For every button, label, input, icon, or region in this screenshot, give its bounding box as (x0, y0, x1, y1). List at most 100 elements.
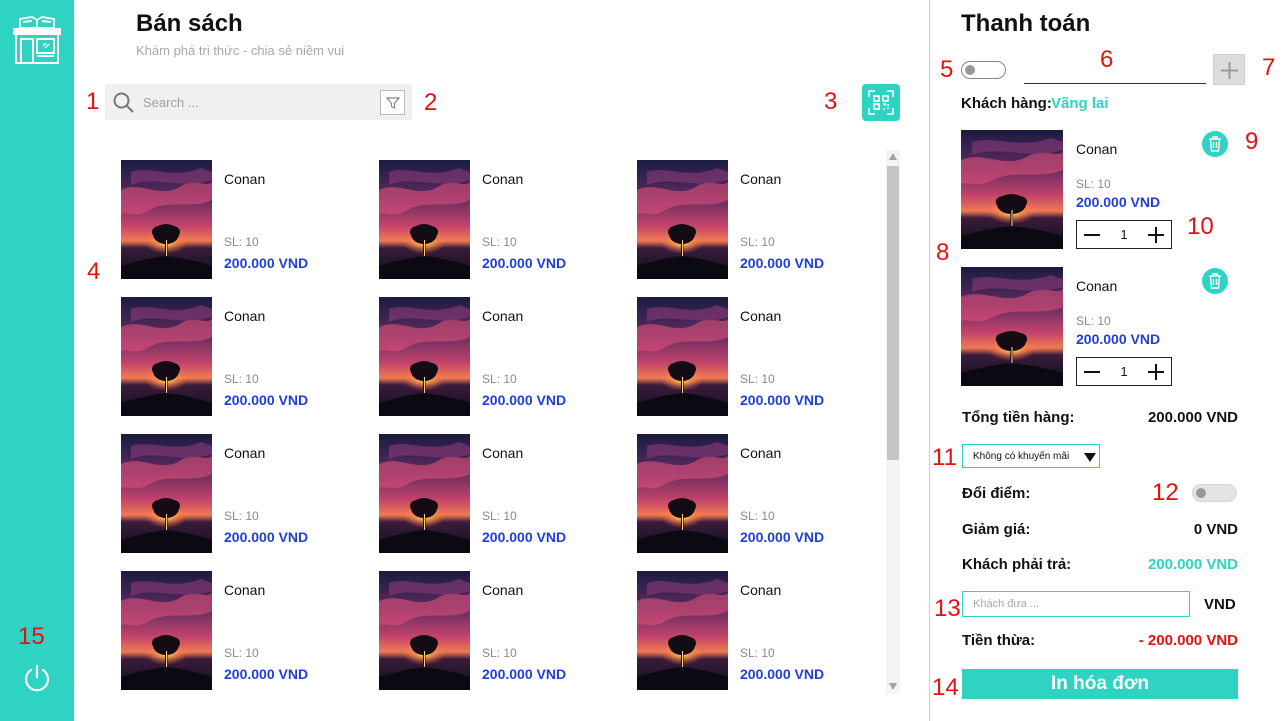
scroll-up-arrow-icon[interactable] (889, 153, 897, 160)
customer-label: Khách hàng: (961, 95, 1052, 112)
annotation-11: 11 (932, 444, 957, 471)
product-price: 200.000 VND (482, 529, 567, 545)
qr-scan-icon (868, 90, 894, 115)
product-stock: SL: 10 (482, 646, 517, 660)
annotation-9: 9 (1245, 128, 1259, 155)
points-label: Đổi điểm: (962, 485, 1031, 502)
product-stock: SL: 10 (482, 235, 517, 249)
change-value: - 200.000 VND (1138, 632, 1238, 649)
product-price: 200.000 VND (740, 392, 825, 408)
product-card[interactable]: Conan SL: 10 200.000 VND (637, 434, 877, 554)
product-price: 200.000 VND (224, 255, 309, 271)
product-card[interactable]: Conan SL: 10 200.000 VND (379, 434, 619, 554)
increase-button[interactable] (1141, 221, 1171, 248)
product-stock: SL: 10 (224, 372, 259, 386)
product-stock: SL: 10 (224, 509, 259, 523)
delete-item-button[interactable] (1202, 131, 1228, 157)
annotation-2: 2 (424, 89, 438, 116)
product-stock: SL: 10 (740, 235, 775, 249)
product-name: Conan (224, 308, 266, 324)
book-cover-image (961, 267, 1063, 386)
redeem-points-toggle[interactable] (1192, 484, 1237, 502)
delete-item-button[interactable] (1202, 268, 1228, 294)
sidebar (0, 0, 74, 721)
quantity-value[interactable]: 1 (1107, 358, 1141, 385)
book-cover-image (961, 130, 1063, 249)
book-cover-image (637, 297, 728, 416)
product-stock: SL: 10 (740, 509, 775, 523)
change-label: Tiền thừa: (962, 632, 1036, 649)
product-name: Conan (740, 308, 782, 324)
product-price: 200.000 VND (482, 255, 567, 271)
product-name: Conan (740, 171, 782, 187)
product-price: 200.000 VND (224, 392, 309, 408)
filter-icon (386, 97, 400, 109)
cart-item-price: 200.000 VND (1076, 331, 1161, 347)
add-customer-button[interactable] (1213, 54, 1245, 85)
scroll-down-arrow-icon[interactable] (889, 683, 897, 690)
power-icon[interactable] (22, 663, 52, 693)
product-price: 200.000 VND (740, 529, 825, 545)
product-card[interactable]: Conan SL: 10 200.000 VND (637, 160, 877, 280)
product-price: 200.000 VND (740, 666, 825, 682)
product-name: Conan (482, 582, 524, 598)
product-stock: SL: 10 (740, 372, 775, 386)
product-card[interactable]: Conan SL: 10 200.000 VND (637, 571, 877, 691)
cart-item-name: Conan (1076, 141, 1118, 157)
annotation-13: 13 (934, 595, 961, 622)
product-card[interactable]: Conan SL: 10 200.000 VND (121, 297, 361, 417)
product-card[interactable]: Conan SL: 10 200.000 VND (379, 160, 619, 280)
quantity-stepper: 1 (1076, 357, 1172, 386)
search-input[interactable] (143, 90, 373, 114)
trash-icon (1209, 273, 1221, 289)
product-card[interactable]: Conan SL: 10 200.000 VND (379, 571, 619, 691)
scroll-thumb[interactable] (887, 166, 899, 460)
qr-scan-button[interactable] (862, 84, 900, 121)
book-cover-image (121, 297, 212, 416)
book-cover-image (121, 434, 212, 553)
member-toggle[interactable] (961, 61, 1006, 79)
annotation-4: 4 (87, 258, 101, 285)
product-name: Conan (740, 445, 782, 461)
product-card[interactable]: Conan SL: 10 200.000 VND (121, 160, 361, 280)
product-card[interactable]: Conan SL: 10 200.000 VND (379, 297, 619, 417)
product-name: Conan (224, 582, 266, 598)
product-card[interactable]: Conan SL: 10 200.000 VND (121, 434, 361, 554)
quantity-stepper: 1 (1076, 220, 1172, 249)
quantity-value[interactable]: 1 (1107, 221, 1141, 248)
print-invoice-button[interactable]: In hóa đơn (962, 669, 1238, 699)
product-grid: Conan SL: 10 200.000 VND Conan SL: 10 200.000… (121, 160, 881, 691)
book-cover-image (637, 571, 728, 690)
product-name: Conan (224, 171, 266, 187)
annotation-5: 5 (940, 56, 954, 83)
cart-item-stock: SL: 10 (1076, 177, 1111, 191)
book-cover-image (379, 434, 470, 553)
minus-icon (1084, 371, 1100, 373)
trash-icon (1209, 136, 1221, 152)
product-price: 200.000 VND (482, 666, 567, 682)
decrease-button[interactable] (1077, 221, 1107, 248)
product-card[interactable]: Conan SL: 10 200.000 VND (637, 297, 877, 417)
product-name: Conan (482, 445, 524, 461)
minus-icon (1084, 234, 1100, 236)
product-scrollbar[interactable] (886, 150, 900, 694)
promotion-select[interactable]: Không có khuyến mãi (962, 444, 1100, 468)
product-stock: SL: 10 (740, 646, 775, 660)
decrease-button[interactable] (1077, 358, 1107, 385)
annotation-1: 1 (86, 88, 100, 115)
caret-down-icon (1084, 453, 1096, 462)
increase-button[interactable] (1141, 358, 1171, 385)
annotation-3: 3 (824, 88, 838, 115)
plus-icon (1148, 227, 1164, 243)
customer-phone-input[interactable] (1024, 60, 1206, 84)
amount-due-label: Khách phải trả: (962, 556, 1072, 573)
filter-button[interactable] (380, 90, 405, 115)
product-card[interactable]: Conan SL: 10 200.000 VND (121, 571, 361, 691)
cart-item-name: Conan (1076, 278, 1118, 294)
annotation-7: 7 (1262, 54, 1276, 81)
annotation-12: 12 (1152, 479, 1179, 506)
cash-received-input[interactable] (962, 591, 1190, 617)
product-stock: SL: 10 (224, 235, 259, 249)
product-stock: SL: 10 (482, 372, 517, 386)
book-cover-image (379, 160, 470, 279)
